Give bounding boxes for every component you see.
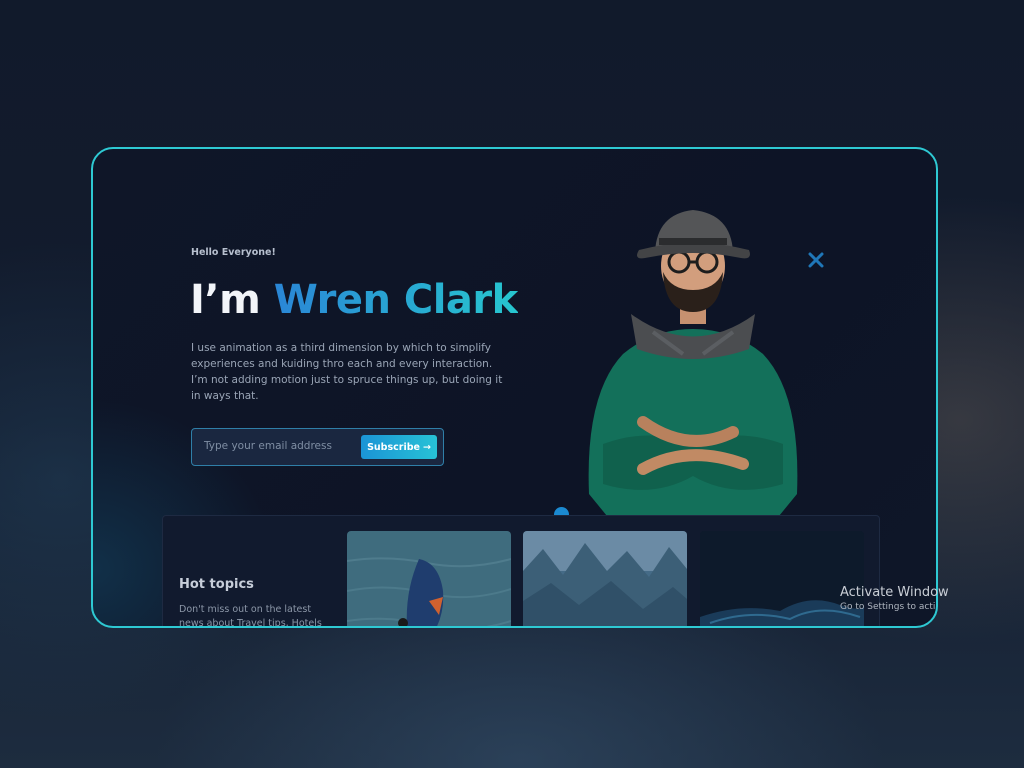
page-title: I’m Wren Clark [190, 277, 518, 323]
topic-card-windsurf[interactable] [347, 531, 511, 626]
arrow-right-icon: → [422, 441, 431, 453]
email-input[interactable]: Type your email address [204, 440, 332, 452]
greeting: Hello Everyone! [191, 247, 276, 258]
windsurf-photo [347, 531, 511, 626]
hero-card: Hello Everyone! I’m Wren Clark I use ani… [91, 147, 938, 628]
dark-wave-photo [700, 531, 864, 626]
watermark-subtitle: Go to Settings to acti [840, 602, 936, 612]
hero-description: I use animation as a third dimension by … [191, 342, 503, 402]
watermark-title: Activate Window [840, 585, 949, 600]
title-name: Wren Clark [273, 277, 519, 323]
subscribe-button-label: Subscribe [367, 441, 420, 453]
foggy-forest-photo [523, 531, 687, 626]
profile-photo [588, 210, 798, 516]
subscribe-form: Type your email address Subscribe → [191, 428, 444, 466]
hot-topics-panel: Hot topics Don't miss out on the latest … [162, 515, 880, 628]
subscribe-button[interactable]: Subscribe → [361, 435, 437, 459]
title-prefix: I’m [190, 277, 274, 323]
topic-card-forest[interactable] [523, 531, 687, 626]
windows-activation-watermark: Activate Window Go to Settings to acti [840, 585, 949, 612]
hot-topics-title: Hot topics [179, 577, 254, 592]
close-icon[interactable] [807, 251, 825, 269]
hot-topics-description: Don't miss out on the latest news about … [179, 604, 322, 628]
topic-card-ocean[interactable] [700, 531, 864, 626]
